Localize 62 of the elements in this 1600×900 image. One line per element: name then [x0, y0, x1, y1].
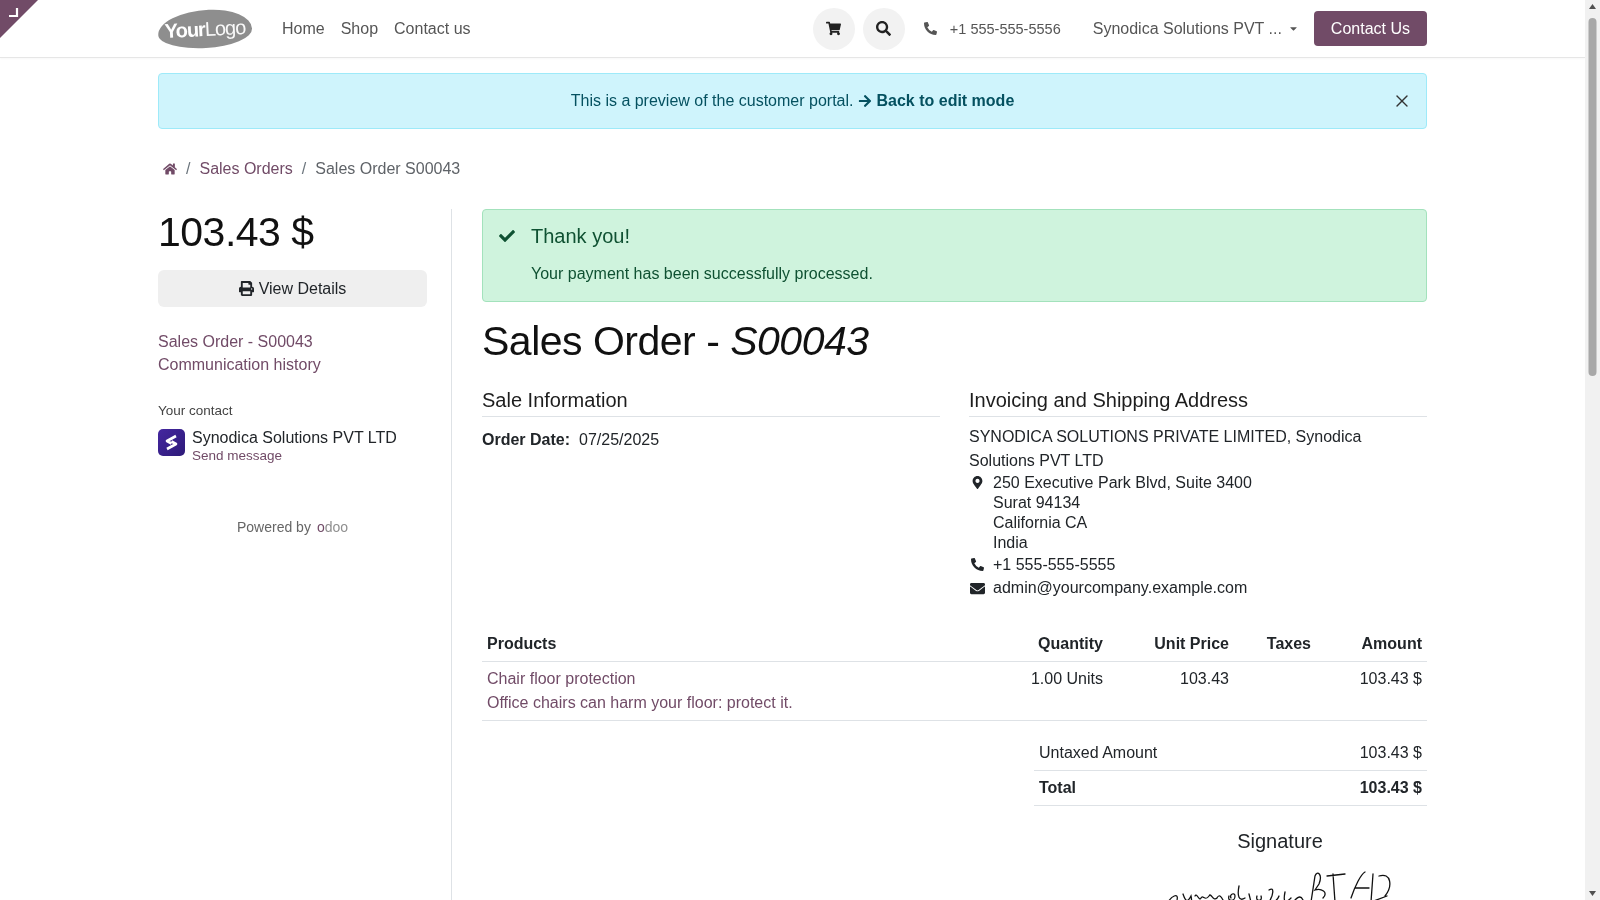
arrow-right-icon	[858, 94, 873, 108]
address-line: Surat 94134	[993, 493, 1082, 513]
nav-link[interactable]: Contact us	[394, 17, 471, 40]
sidebar-link[interactable]: Sales Order - S00043	[158, 330, 313, 353]
product-link[interactable]: Chair floor protection	[487, 667, 983, 691]
address-line: California CA	[993, 513, 1089, 533]
quantity-cell: 1.00 Units	[1030, 670, 1103, 687]
check-icon	[499, 228, 515, 244]
unit-price-cell: 103.43	[1180, 670, 1229, 687]
alert-message: Your payment has been successfully processed.	[531, 264, 874, 284]
back-to-edit-link[interactable]: Back to edit mode	[858, 92, 1015, 110]
customer-name: SYNODICA SOLUTIONS PRIVATE LIMITED, Synodica Solutions PVT LTD	[969, 427, 1363, 471]
phone-number: +1 555-555-5556	[949, 20, 1061, 37]
map-marker-icon	[970, 476, 984, 489]
scrollbar[interactable]	[1585, 0, 1600, 900]
subtotal-value: 103.43 $	[1285, 736, 1427, 771]
powered-by-text: Powered by	[236, 519, 311, 535]
customer-email[interactable]: admin@yourcompany.example.com	[993, 576, 1248, 600]
section-heading: Invoicing and Shipping Address	[969, 388, 1427, 417]
home-icon[interactable]	[163, 162, 177, 176]
total-value: 103.43 $	[1285, 770, 1427, 806]
amount-cell: 103.43 $	[1359, 670, 1422, 687]
envelope-icon	[969, 581, 985, 596]
order-amount: 103.43 $	[158, 208, 315, 256]
company-dropdown[interactable]: Synodica Solutions PVT ...	[1092, 19, 1299, 38]
column-header: Products	[482, 627, 988, 662]
product-description: Office chairs can harm your floor: protect it.	[487, 693, 794, 713]
search-icon	[876, 21, 892, 36]
breadcrumb-separator: /	[186, 160, 191, 177]
banner-text: This is a preview of the customer portal.	[570, 92, 854, 110]
cart-icon	[826, 21, 842, 36]
field-label: Order Date:	[482, 430, 571, 450]
view-details-button[interactable]: View Details	[158, 270, 427, 307]
address-line: India	[993, 533, 1029, 553]
contact-us-button[interactable]: Contact Us	[1313, 11, 1427, 46]
order-title: Sales Order - S00043	[482, 317, 870, 365]
nav-link[interactable]: Shop	[340, 17, 379, 40]
phone-icon	[970, 558, 984, 571]
alert-title: Thank you!	[531, 224, 630, 248]
column-header: Amount	[1316, 627, 1427, 662]
corner-toggle-icon[interactable]	[0, 0, 38, 38]
nav-link[interactable]: Home	[282, 17, 325, 40]
total-label: Total	[1034, 770, 1286, 806]
contact-name: Synodica Solutions PVT LTD	[192, 428, 397, 447]
subtotal-label: Untaxed Amount	[1034, 736, 1286, 771]
column-header: Taxes	[1234, 627, 1316, 662]
customer-phone: +1 555-555-5555	[993, 555, 1116, 575]
breadcrumb-separator: /	[301, 160, 307, 177]
contact-heading: Your contact	[158, 402, 234, 420]
signature-heading: Signature	[1237, 829, 1323, 853]
address-line: 250 Executive Park Blvd, Suite 3400	[993, 473, 1252, 493]
column-header: Unit Price	[1108, 627, 1234, 662]
breadcrumb-link[interactable]: Sales Orders	[199, 160, 293, 177]
company-avatar-icon	[158, 429, 185, 456]
section-heading: Sale Information	[482, 388, 940, 417]
breadcrumb-current: Sales Order S00043	[315, 160, 461, 177]
send-message-link[interactable]: Send message	[192, 447, 397, 464]
sidebar-link[interactable]: Communication history	[158, 353, 321, 376]
field-value: 07/25/2025	[579, 430, 660, 450]
phone-icon	[923, 22, 937, 35]
printer-icon	[238, 281, 254, 296]
column-header: Quantity	[988, 627, 1108, 662]
